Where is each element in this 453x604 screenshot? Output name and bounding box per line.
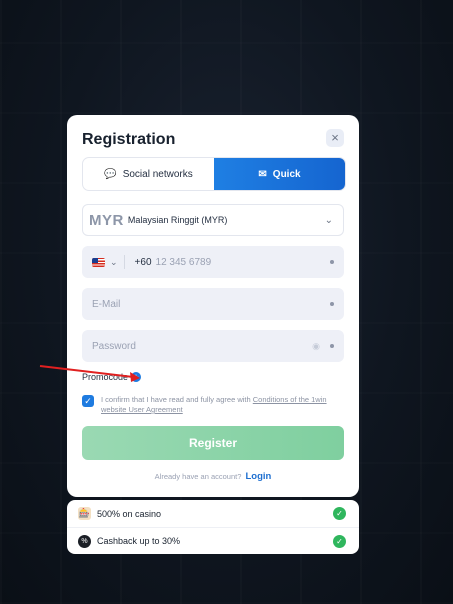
- annotation-arrow: [39, 365, 140, 382]
